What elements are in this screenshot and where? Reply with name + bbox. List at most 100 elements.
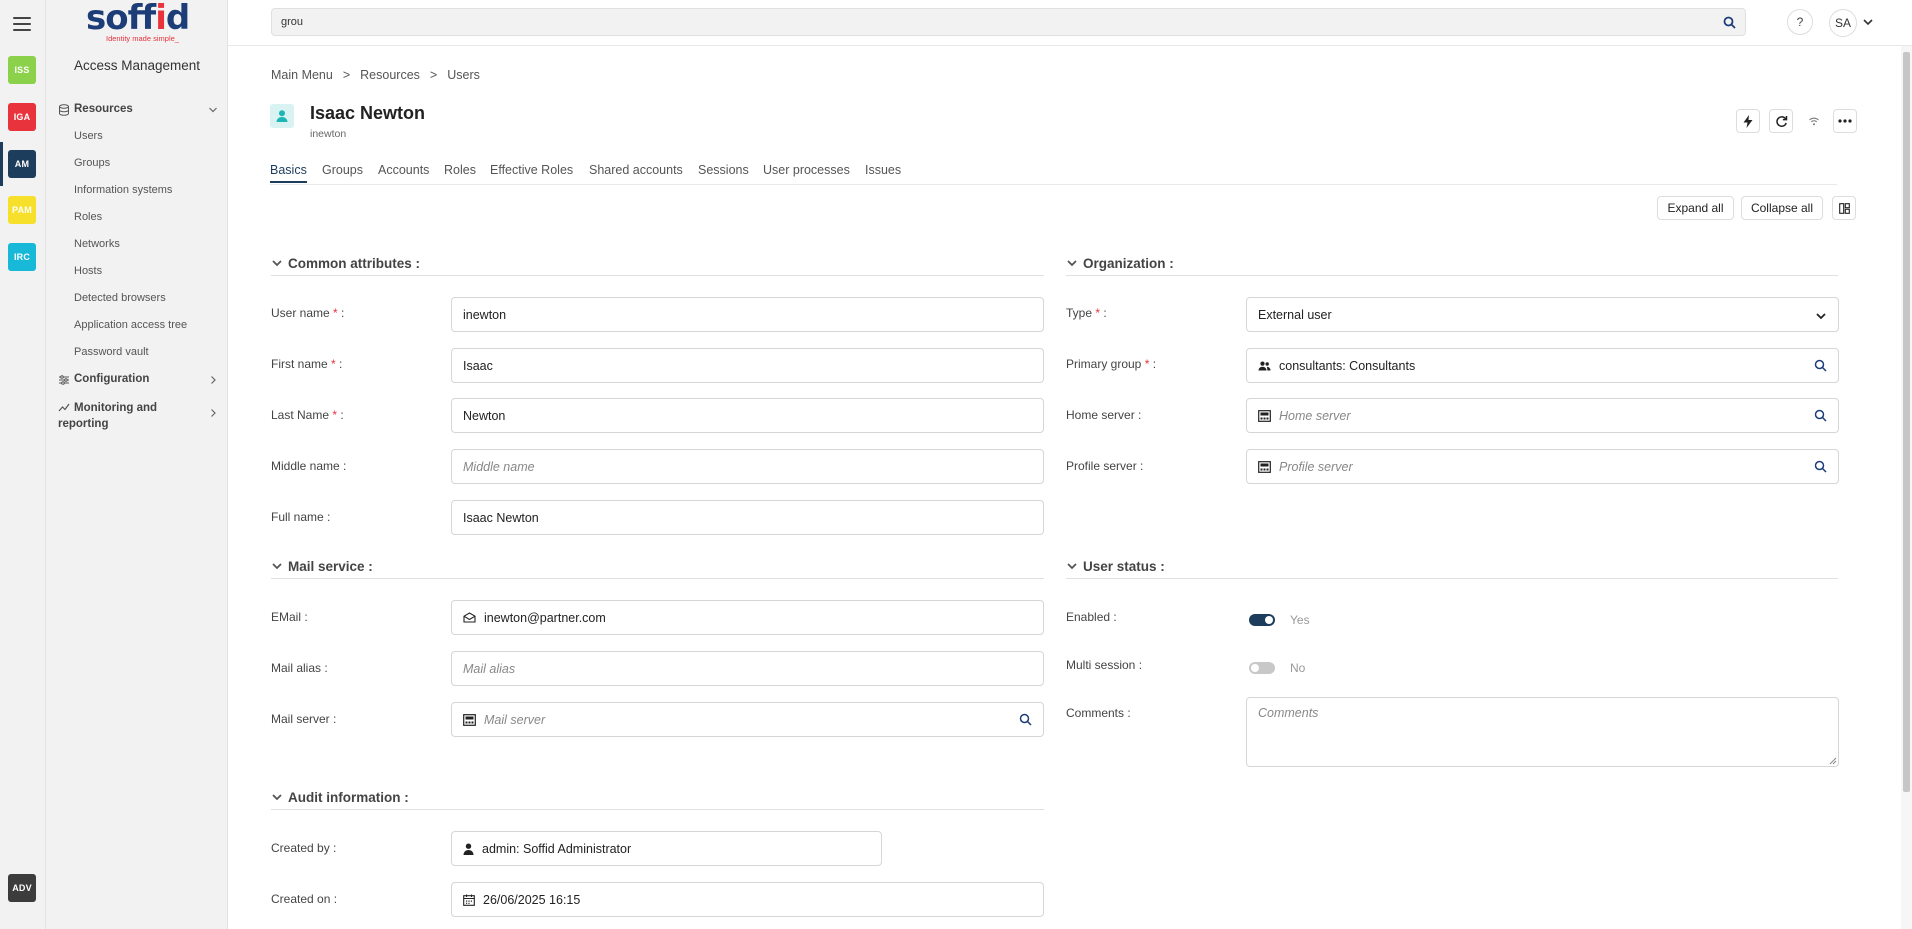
app-rail: ISS IGA AM PAM IRC ADV: [0, 0, 46, 929]
users-icon: [1258, 361, 1271, 371]
app-am-button[interactable]: AM: [0, 142, 36, 186]
enabled-toggle[interactable]: [1249, 614, 1275, 626]
top-bar: ? SA: [228, 0, 1912, 46]
full-name-label: Full name :: [271, 510, 331, 524]
tab-issues[interactable]: Issues: [865, 163, 901, 181]
chevron-down-icon[interactable]: [1862, 16, 1874, 28]
signal-button[interactable]: [1802, 109, 1826, 133]
profile-server-field[interactable]: Profile server: [1246, 449, 1839, 484]
search-bar: [271, 8, 1746, 36]
tab-effective-roles[interactable]: Effective Roles: [490, 163, 573, 181]
tab-roles[interactable]: Roles: [444, 163, 476, 181]
scrollbar-thumb[interactable]: [1903, 52, 1910, 792]
sidebar-item-roles[interactable]: Roles: [74, 211, 102, 223]
search-icon[interactable]: [1814, 409, 1827, 422]
sidebar-section-configuration[interactable]: Configuration: [58, 373, 224, 386]
chevron-down-icon: [209, 107, 217, 113]
label-text: First name: [271, 357, 328, 371]
breadcrumb-users[interactable]: Users: [447, 68, 480, 82]
first-name-field[interactable]: Isaac: [451, 348, 1044, 383]
sidebar-item-networks[interactable]: Networks: [74, 238, 120, 250]
app-adv-button[interactable]: ADV: [8, 874, 36, 902]
multi-session-label: Multi session :: [1066, 658, 1143, 672]
breadcrumb-main-menu[interactable]: Main Menu: [271, 68, 333, 82]
comments-label: Comments :: [1066, 706, 1131, 720]
sidebar-item-groups[interactable]: Groups: [74, 157, 110, 169]
server-icon: [1258, 409, 1271, 422]
mail-server-field[interactable]: Mail server: [451, 702, 1044, 737]
chevron-down-icon: [272, 794, 282, 801]
sidebar-section-label: Configuration: [74, 373, 150, 385]
label-text: Middle name: [271, 459, 340, 473]
soffid-logo[interactable]: soffid Identity made simple_: [86, 0, 196, 48]
bolt-button[interactable]: [1736, 109, 1760, 133]
section-user-status[interactable]: User status :: [1066, 559, 1838, 579]
sidebar-section-monitoring[interactable]: Monitoring and reporting: [58, 400, 224, 432]
sidebar-section-label: Resources: [74, 103, 133, 115]
user-icon: [463, 843, 474, 855]
sidebar-item-hosts[interactable]: Hosts: [74, 265, 102, 277]
expand-all-button[interactable]: Expand all: [1657, 196, 1734, 220]
collapse-all-button[interactable]: Collapse all: [1741, 196, 1823, 220]
tab-sessions[interactable]: Sessions: [698, 163, 749, 181]
chevron-down-icon: [1816, 313, 1826, 320]
sidebar-section-resources[interactable]: Resources: [58, 103, 224, 116]
chevron-right-icon: [211, 409, 216, 417]
section-audit-information[interactable]: Audit information :: [271, 790, 1044, 810]
section-common-attributes[interactable]: Common attributes :: [271, 256, 1044, 276]
email-field[interactable]: inewton@partner.com: [451, 600, 1044, 635]
user-avatar[interactable]: SA: [1829, 9, 1857, 37]
chevron-down-icon: [272, 260, 282, 267]
sidebar-item-application-access-tree[interactable]: Application access tree: [74, 319, 187, 331]
sidebar-item-users[interactable]: Users: [74, 130, 103, 142]
breadcrumb: Main Menu > Resources > Users: [271, 68, 480, 82]
section-title: Common attributes :: [288, 256, 421, 271]
profile-server-placeholder: Profile server: [1279, 459, 1353, 474]
tab-accounts[interactable]: Accounts: [378, 163, 429, 181]
multi-session-toggle[interactable]: [1249, 662, 1275, 674]
mail-alias-field[interactable]: Mail alias: [451, 651, 1044, 686]
primary-group-value: consultants: Consultants: [1279, 358, 1416, 373]
breadcrumb-resources[interactable]: Resources: [360, 68, 420, 82]
search-input[interactable]: [272, 9, 1692, 35]
created-on-value: 26/06/2025 16:15: [483, 892, 581, 907]
refresh-button[interactable]: [1769, 109, 1793, 133]
middle-name-field[interactable]: Middle name: [451, 449, 1044, 484]
home-server-field[interactable]: Home server: [1246, 398, 1839, 433]
full-name-field[interactable]: Isaac Newton: [451, 500, 1044, 535]
menu-icon[interactable]: [13, 17, 31, 31]
sidebar-item-password-vault[interactable]: Password vault: [74, 346, 149, 358]
sidebar-item-information-systems[interactable]: Information systems: [74, 184, 172, 196]
search-icon[interactable]: [1814, 460, 1827, 473]
page-scrollbar[interactable]: [1901, 46, 1912, 929]
more-options-button[interactable]: [1833, 109, 1857, 133]
type-label: Type * :: [1066, 306, 1107, 320]
layout-toggle-button[interactable]: [1832, 196, 1856, 220]
comments-textarea[interactable]: Comments: [1246, 697, 1839, 767]
breadcrumb-separator: >: [342, 68, 351, 82]
app-iss-button[interactable]: ISS: [8, 56, 36, 84]
user-name-field[interactable]: inewton: [451, 297, 1044, 332]
search-icon[interactable]: [1723, 16, 1736, 29]
app-iga-button[interactable]: IGA: [8, 103, 36, 131]
type-select[interactable]: External user: [1246, 297, 1839, 332]
tab-shared-accounts[interactable]: Shared accounts: [589, 163, 683, 181]
user-name-label: User name * :: [271, 306, 345, 320]
section-mail-service[interactable]: Mail service :: [271, 559, 1044, 579]
search-icon[interactable]: [1814, 359, 1827, 372]
search-icon[interactable]: [1019, 713, 1032, 726]
chevron-down-icon: [1067, 563, 1077, 570]
last-name-field[interactable]: Newton: [451, 398, 1044, 433]
app-irc-button[interactable]: IRC: [8, 243, 36, 271]
section-organization[interactable]: Organization :: [1066, 256, 1838, 276]
tab-user-processes[interactable]: User processes: [763, 163, 850, 181]
resize-handle-icon[interactable]: [1829, 757, 1837, 765]
server-icon: [463, 713, 476, 726]
app-pam-button[interactable]: PAM: [8, 196, 36, 224]
tab-groups[interactable]: Groups: [322, 163, 363, 181]
primary-group-label: Primary group * :: [1066, 357, 1157, 371]
tab-basics[interactable]: Basics: [270, 163, 307, 183]
help-button[interactable]: ?: [1787, 9, 1813, 35]
primary-group-field[interactable]: consultants: Consultants: [1246, 348, 1839, 383]
sidebar-item-detected-browsers[interactable]: Detected browsers: [74, 292, 166, 304]
